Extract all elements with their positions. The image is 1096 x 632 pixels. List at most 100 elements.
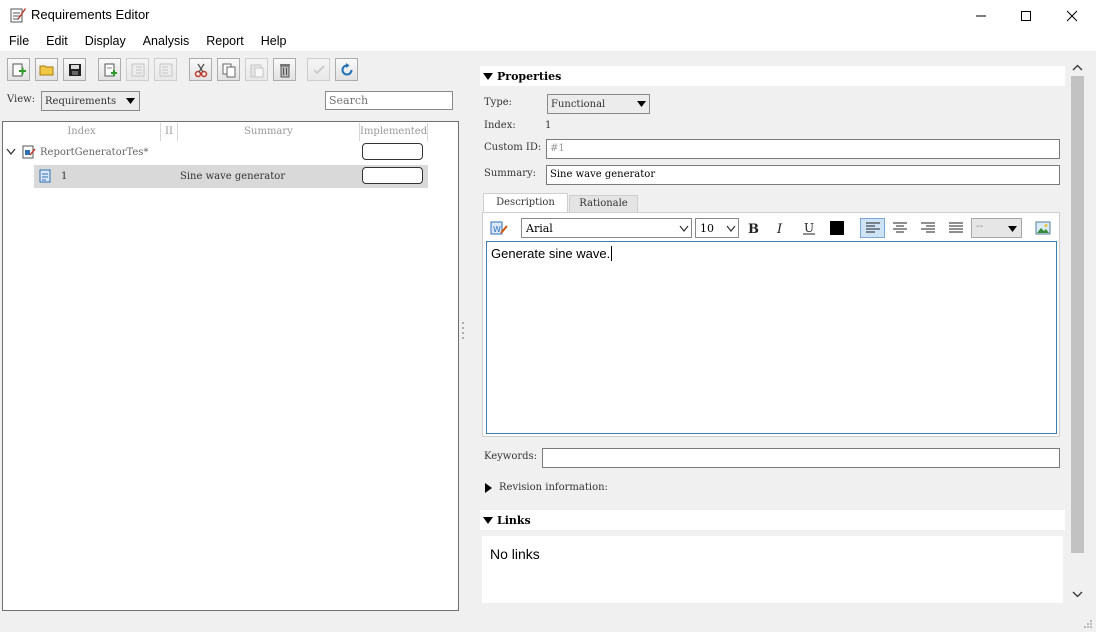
- links-title: Links: [497, 513, 531, 527]
- custom-id-label: Custom ID:: [484, 142, 542, 153]
- requirement-set-icon: [22, 145, 36, 159]
- revision-info-label: Revision information:: [499, 482, 608, 493]
- view-label: View:: [7, 94, 36, 105]
- menu-edit[interactable]: Edit: [46, 31, 68, 51]
- chevron-down-icon: [1008, 226, 1017, 232]
- expand-icon: [485, 482, 492, 493]
- vertical-scrollbar[interactable]: [1070, 62, 1085, 604]
- description-editor[interactable]: Generate sine wave.: [486, 241, 1057, 434]
- add-requirement-button[interactable]: [7, 58, 30, 81]
- chevron-down-icon: [679, 225, 689, 232]
- summary-label: Summary:: [484, 168, 537, 179]
- bold-button[interactable]: B: [742, 218, 764, 238]
- links-header[interactable]: Links: [480, 510, 1065, 530]
- menu-help[interactable]: Help: [261, 31, 287, 51]
- resize-grip-icon[interactable]: [1082, 618, 1094, 630]
- cut-button[interactable]: [189, 58, 212, 81]
- save-icon: [68, 63, 81, 76]
- revision-info-toggle[interactable]: Revision information:: [484, 482, 608, 493]
- svg-text:U: U: [804, 221, 814, 235]
- justify-button[interactable]: [307, 58, 330, 81]
- column-header-summary[interactable]: Summary: [178, 123, 360, 141]
- window-title: Requirements Editor: [31, 7, 150, 22]
- svg-text:I: I: [776, 222, 783, 235]
- justify-text-button[interactable]: [945, 218, 967, 238]
- add-child-button[interactable]: [98, 58, 121, 81]
- color-swatch-icon: [830, 221, 844, 235]
- tab-rationale[interactable]: Rationale: [569, 195, 638, 213]
- bold-icon: B: [748, 222, 759, 235]
- title-bar: [0, 0, 1096, 31]
- demote-button[interactable]: [126, 58, 149, 81]
- align-center-button[interactable]: [889, 218, 911, 238]
- custom-id-field[interactable]: #1: [546, 139, 1060, 159]
- paste-button[interactable]: [245, 58, 268, 81]
- index-label: Index:: [484, 120, 516, 131]
- scrollbar-thumb[interactable]: [1071, 76, 1084, 553]
- word-edit-button[interactable]: W: [488, 218, 510, 238]
- search-input[interactable]: [325, 91, 453, 110]
- cut-icon: [194, 63, 207, 77]
- links-panel: No links: [482, 536, 1063, 603]
- tab-description[interactable]: Description: [483, 193, 568, 213]
- font-size-select[interactable]: 10: [695, 218, 739, 238]
- menu-bar: File Edit Display Analysis Report Help: [0, 31, 1096, 51]
- menu-report[interactable]: Report: [206, 31, 244, 51]
- minimize-icon: [976, 15, 986, 16]
- column-header-id[interactable]: II: [161, 123, 178, 141]
- open-folder-icon: [39, 65, 53, 75]
- italic-button[interactable]: I: [770, 218, 792, 238]
- chevron-down-icon: [637, 101, 646, 107]
- type-select[interactable]: Functional: [547, 94, 650, 114]
- delete-icon: [279, 63, 290, 77]
- properties-header[interactable]: Properties: [480, 66, 1065, 86]
- insert-image-button[interactable]: [1032, 218, 1054, 238]
- underline-button[interactable]: U: [798, 218, 820, 238]
- summary-field[interactable]: Sine wave generator: [546, 165, 1060, 185]
- font-select-value: Arial: [526, 222, 553, 235]
- tree-root-label[interactable]: ReportGeneratorTes*: [40, 147, 148, 158]
- align-left-button[interactable]: [860, 218, 885, 238]
- maximize-icon: [1021, 10, 1031, 21]
- splitter-handle[interactable]: [461, 320, 465, 342]
- delete-button[interactable]: [273, 58, 296, 81]
- demote-icon: [131, 63, 144, 76]
- align-center-icon: [893, 222, 907, 233]
- menu-file[interactable]: File: [9, 31, 29, 51]
- open-button[interactable]: [35, 58, 58, 81]
- row-summary: Sine wave generator: [180, 171, 286, 182]
- text-color-button[interactable]: [826, 218, 848, 238]
- type-select-value: Functional: [551, 99, 606, 110]
- close-icon: [1066, 10, 1078, 21]
- menu-analysis[interactable]: Analysis: [143, 31, 190, 51]
- promote-icon: [159, 63, 172, 76]
- implemented-indicator: [362, 143, 423, 160]
- add-requirement-icon: [12, 63, 26, 76]
- svg-text:W: W: [493, 225, 501, 234]
- description-text: Generate sine wave.: [491, 246, 613, 261]
- italic-icon: I: [776, 222, 783, 235]
- column-header-implemented[interactable]: Implemented: [360, 123, 428, 141]
- table-row[interactable]: 1 Sine wave generator: [34, 165, 428, 188]
- minimize-button[interactable]: [958, 0, 1004, 31]
- keywords-field[interactable]: [542, 448, 1060, 468]
- scroll-up-icon[interactable]: [1072, 64, 1083, 72]
- no-links-text: No links: [490, 546, 540, 562]
- chevron-down-icon[interactable]: [6, 148, 16, 156]
- align-right-button[interactable]: [917, 218, 939, 238]
- word-edit-icon: W: [490, 221, 508, 235]
- copy-icon: [222, 63, 235, 77]
- scroll-down-icon[interactable]: [1072, 590, 1083, 598]
- close-window-button[interactable]: [1049, 0, 1095, 31]
- list-style-select[interactable]: --: [971, 218, 1022, 238]
- row-index: 1: [61, 171, 68, 182]
- promote-button[interactable]: [154, 58, 177, 81]
- column-header-index[interactable]: Index: [3, 123, 161, 141]
- menu-display[interactable]: Display: [85, 31, 126, 51]
- maximize-button[interactable]: [1003, 0, 1049, 31]
- save-button[interactable]: [63, 58, 86, 81]
- view-select[interactable]: Requirements: [41, 91, 140, 111]
- font-select[interactable]: Arial: [521, 218, 692, 238]
- refresh-button[interactable]: [335, 58, 358, 81]
- copy-button[interactable]: [217, 58, 240, 81]
